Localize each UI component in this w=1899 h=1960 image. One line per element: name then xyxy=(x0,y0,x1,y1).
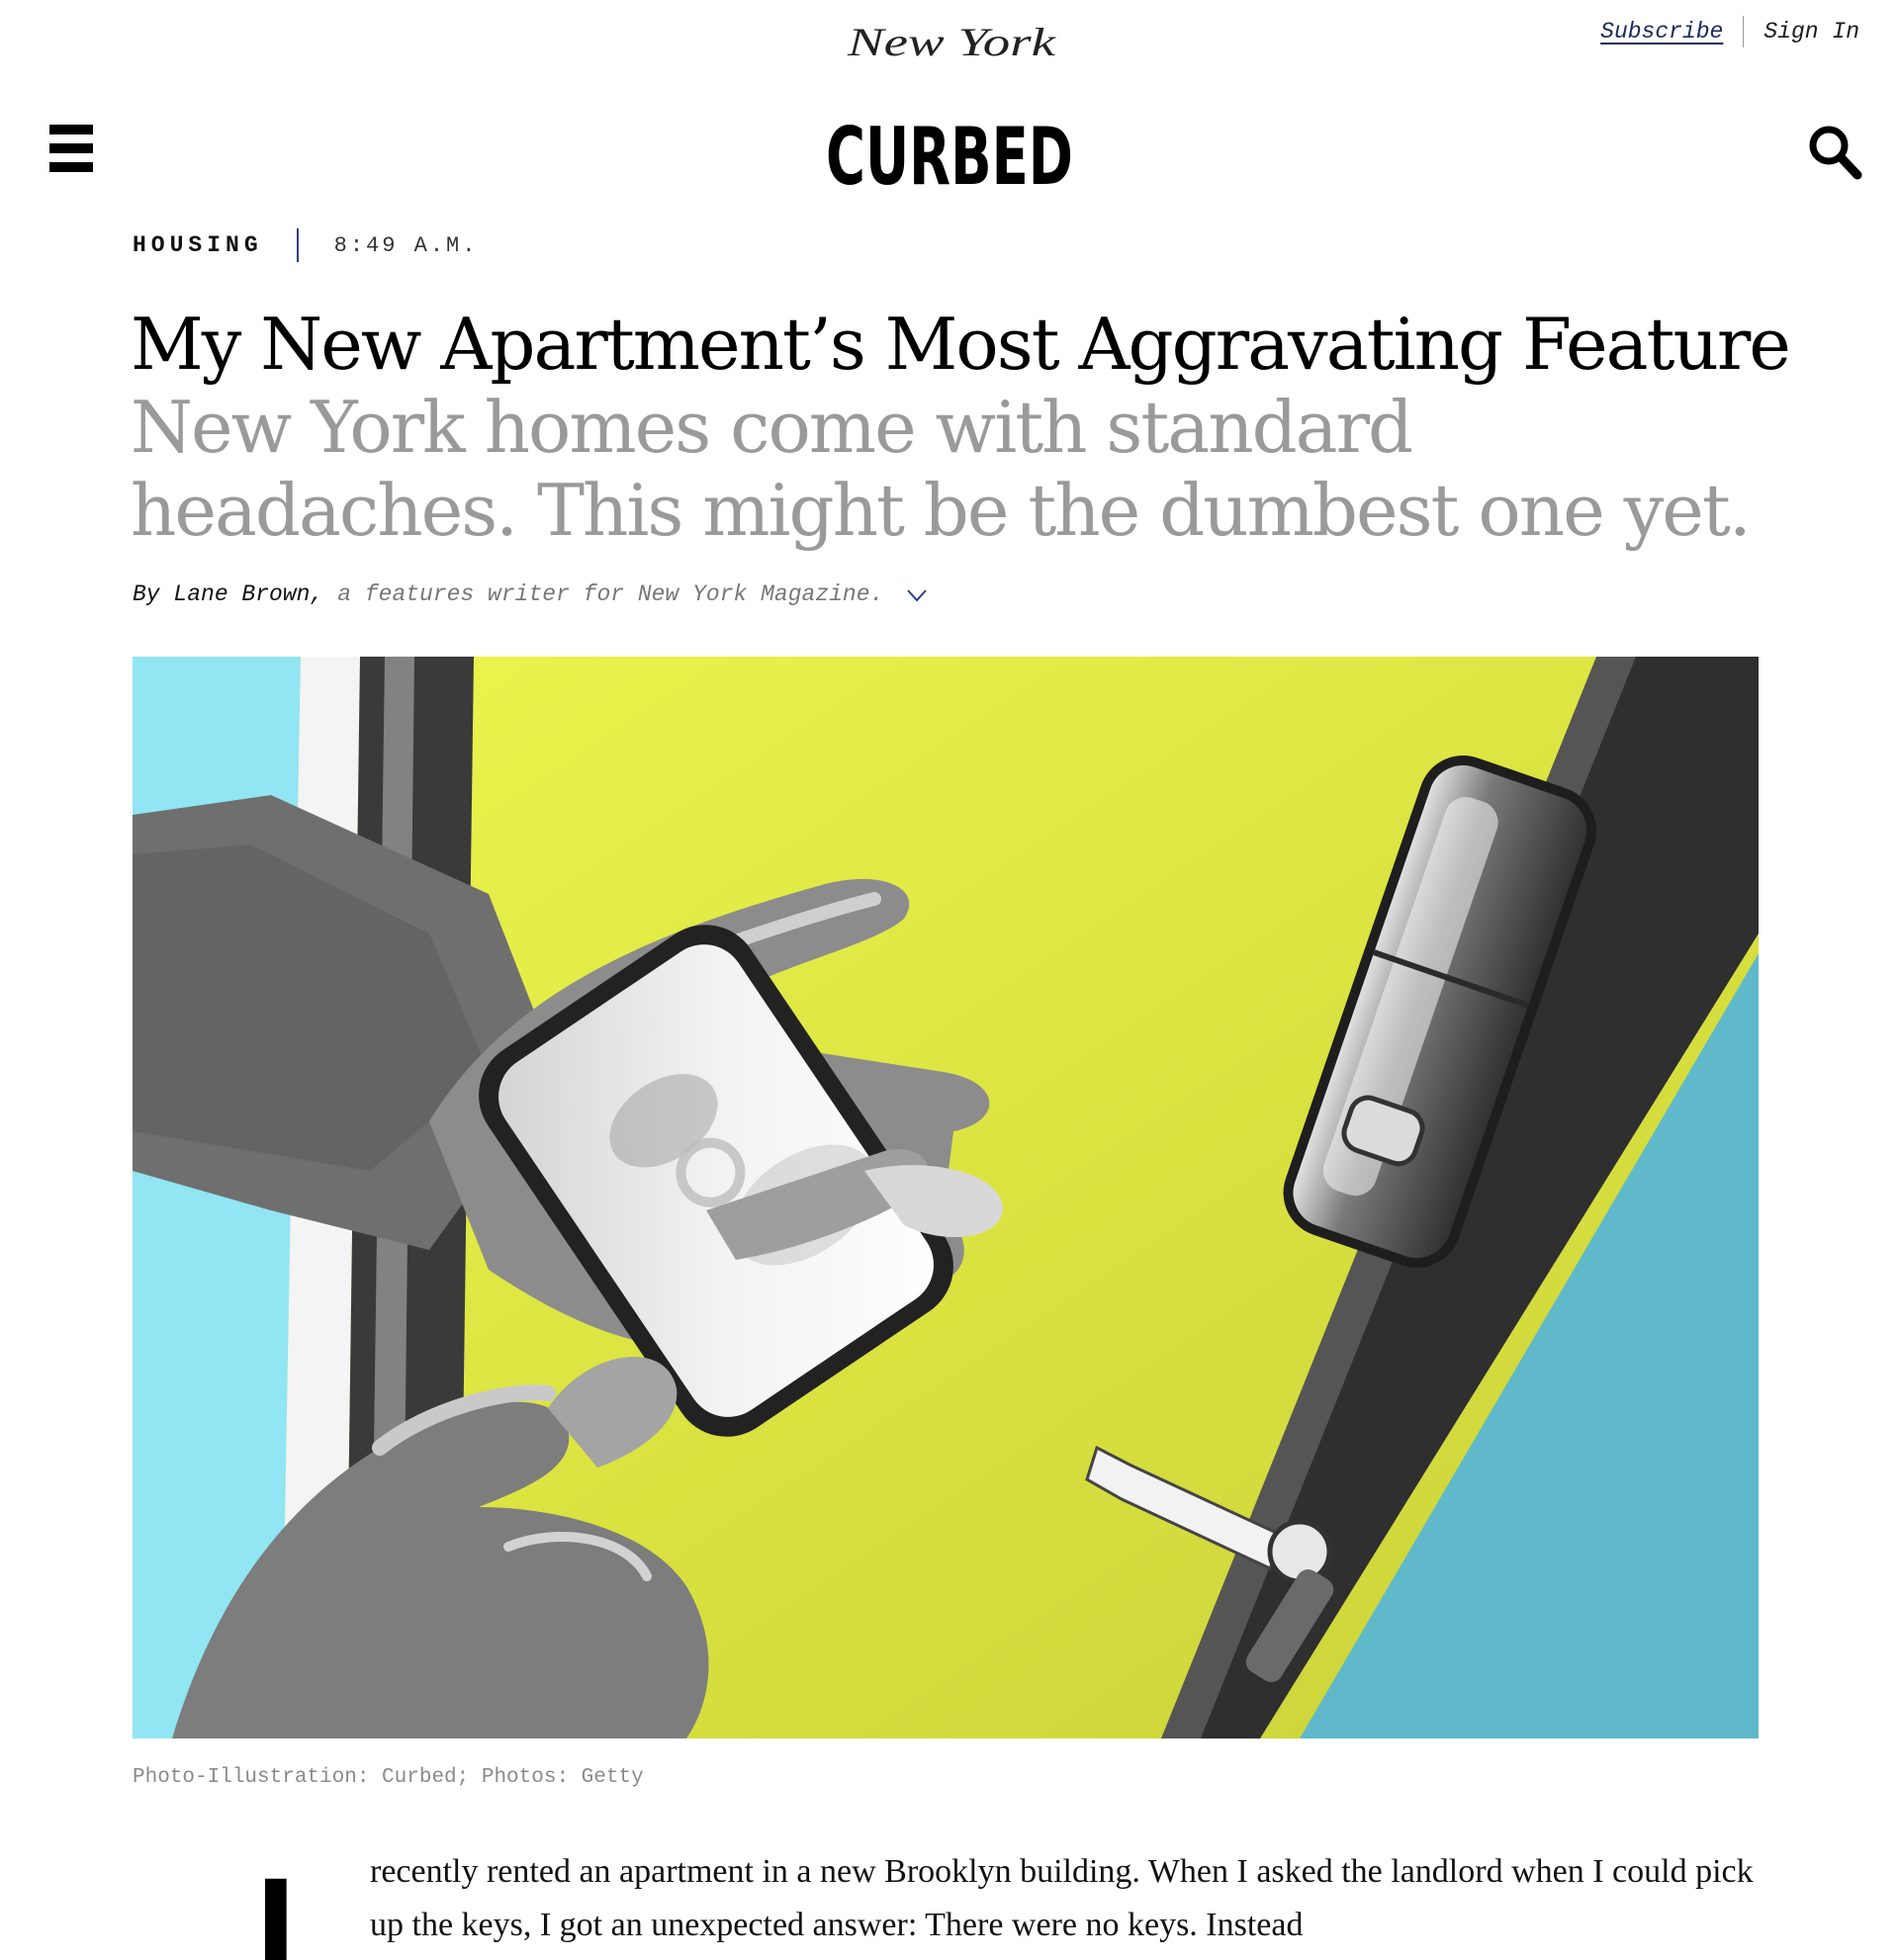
hero-image xyxy=(133,657,1759,1738)
byline-author[interactable]: By Lane Brown, xyxy=(133,581,323,607)
drop-cap-letter: I xyxy=(255,1855,297,1960)
rubric-divider xyxy=(296,228,299,262)
search-icon[interactable] xyxy=(1806,123,1863,182)
image-credit: Photo-Illustration: Curbed; Photos: Gett… xyxy=(133,1766,644,1789)
article-headline: My New Apartment’s Most Aggravating Feat… xyxy=(131,303,1812,552)
headline-text: My New Apartment’s Most Aggravating Feat… xyxy=(131,303,1791,386)
publish-time: 8:49 A.M. xyxy=(333,232,479,258)
byline-bio: a features writer for New York Magazine. xyxy=(337,581,884,607)
article-body-paragraph: recently rented an apartment in a new Br… xyxy=(370,1853,1754,1943)
curbed-logo-text: CURBED xyxy=(826,117,1073,192)
subscribe-link[interactable]: Subscribe xyxy=(1600,19,1723,45)
account-links: Subscribe Sign In xyxy=(1600,14,1859,49)
menu-icon[interactable] xyxy=(49,125,93,182)
article-rubric: HOUSING 8:49 A.M. xyxy=(133,225,478,265)
chevron-down-icon[interactable] xyxy=(905,582,929,606)
sign-in-link[interactable]: Sign In xyxy=(1763,19,1859,45)
new-york-logo-text: New York xyxy=(847,20,1057,64)
byline: By Lane Brown, a features writer for New… xyxy=(133,581,929,607)
dek-text: New York homes come with standard headac… xyxy=(131,386,1752,552)
section-label[interactable]: HOUSING xyxy=(133,232,263,258)
drop-cap: I xyxy=(255,1855,350,1960)
new-york-logo[interactable]: New York xyxy=(837,14,1066,71)
curbed-logo[interactable]: CURBED xyxy=(823,117,1076,192)
account-divider xyxy=(1743,16,1745,47)
